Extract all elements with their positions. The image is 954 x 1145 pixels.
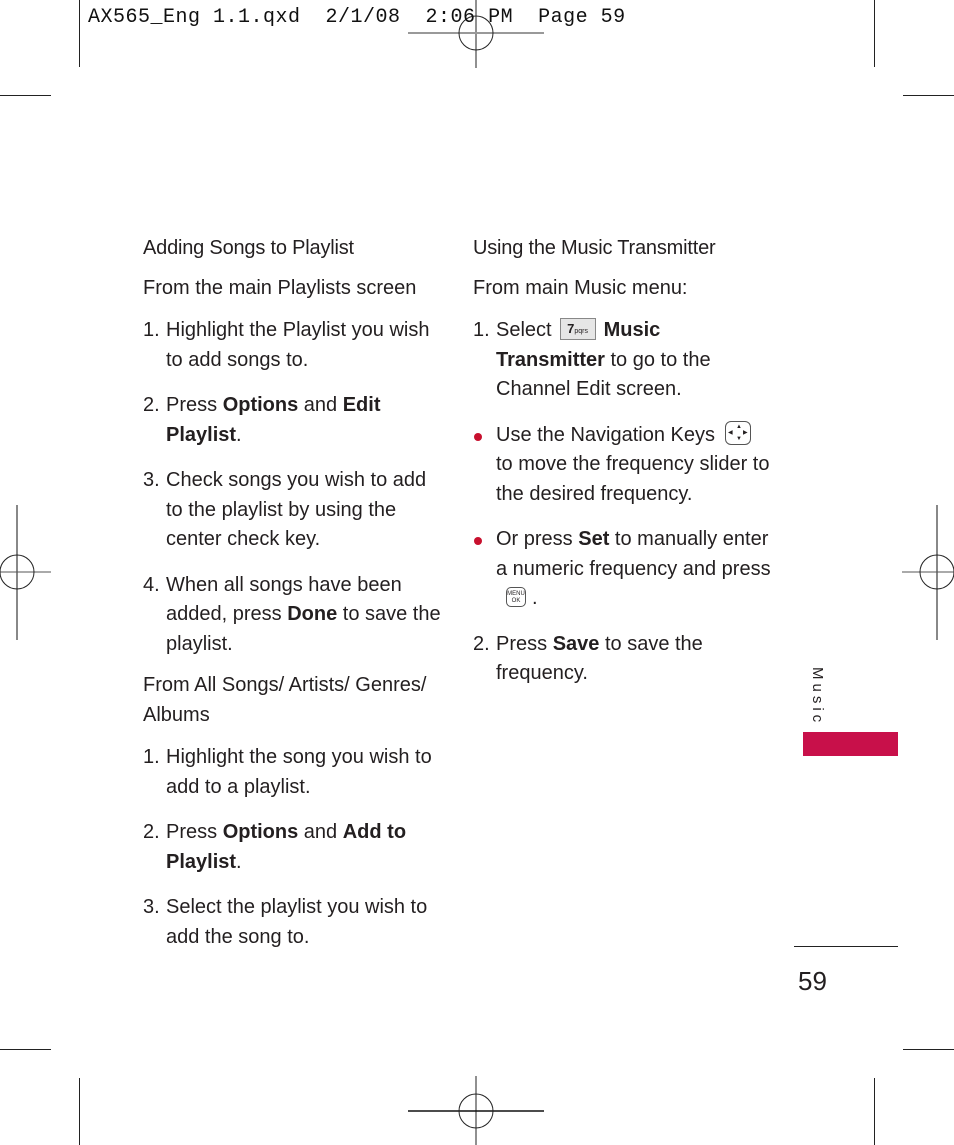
page-number-rule bbox=[794, 946, 898, 947]
step-text: . bbox=[236, 423, 242, 446]
chapter-tab-label: Music bbox=[809, 667, 826, 727]
step-item: 2. Press Save to save the frequency. bbox=[473, 630, 773, 689]
crop-mark bbox=[903, 95, 954, 96]
navigation-keys-icon: ▲ ▼ ◀ ▶ bbox=[725, 421, 752, 446]
step-item: 2. Press Options and Edit Playlist. bbox=[143, 391, 443, 450]
menu-ok-key-icon: MENU OK bbox=[506, 586, 526, 607]
step-bold-text: Save bbox=[552, 632, 600, 655]
step-item: 3. Check songs you wish to add to the pla… bbox=[143, 466, 443, 555]
subheading-all-songs: From All Songs/ Artists/ Genres/ Albums bbox=[143, 674, 427, 726]
bullet-text: Use the Navigation Keys bbox=[496, 423, 716, 446]
step-text: Highlight the song you wish to add to a … bbox=[166, 746, 432, 798]
page-number: 59 bbox=[798, 966, 827, 996]
key-letters: pqrs bbox=[574, 328, 589, 336]
registration-mark-left bbox=[0, 505, 51, 640]
crop-mark bbox=[79, 1078, 80, 1145]
step-number: 1. bbox=[143, 746, 160, 768]
step-bold-text: Options bbox=[222, 394, 299, 416]
step-number: 1. bbox=[143, 319, 160, 341]
step-number: 1. bbox=[473, 319, 490, 341]
bullet-text: Or press bbox=[496, 528, 579, 550]
bullet-text: to move the frequency slider to the desi… bbox=[496, 453, 770, 505]
key-bottom-label: OK bbox=[511, 597, 521, 604]
print-slug-line: AX565_Eng 1.1.qxd 2/1/08 2:06 PM Page 59 bbox=[88, 6, 626, 29]
step-text: Press bbox=[496, 632, 553, 655]
step-bold-text: Options bbox=[222, 821, 299, 843]
chapter-tab-bar bbox=[803, 732, 898, 756]
step-number: 3. bbox=[143, 469, 160, 491]
step-number: 2. bbox=[473, 632, 490, 655]
key-7-pqrs-icon: 7pqrs bbox=[559, 318, 596, 341]
bullet-icon bbox=[474, 432, 482, 441]
steps-list-all-songs: 1. Highlight the song you wish to add to … bbox=[143, 743, 443, 952]
step-number: 4. bbox=[143, 573, 160, 596]
bullet-text: . bbox=[532, 587, 538, 609]
step-number: 2. bbox=[143, 821, 160, 843]
section-heading-transmitter: Using the Music Transmitter bbox=[473, 237, 716, 259]
step-item: 3. Select the playlist you wish to add th… bbox=[143, 893, 443, 952]
bullet-icon bbox=[474, 537, 482, 545]
registration-mark-bottom bbox=[408, 1076, 544, 1145]
crop-mark bbox=[903, 1049, 954, 1050]
section-heading: Adding Songs to Playlist bbox=[143, 237, 354, 259]
crop-mark bbox=[874, 0, 875, 67]
registration-mark-right bbox=[902, 505, 954, 640]
step-text: . bbox=[236, 850, 242, 873]
step-text: Select the playlist you wish to add the … bbox=[166, 896, 428, 948]
subheading-playlists-screen: From the main Playlists screen bbox=[143, 276, 417, 299]
left-column: Adding Songs to Playlist From the main P… bbox=[143, 234, 443, 968]
bullet-item: Use the Navigation Keys ▲ ▼ ◀ ▶ to move the … bbox=[473, 421, 773, 510]
step-text: Select bbox=[496, 319, 552, 341]
crop-mark bbox=[0, 1049, 51, 1050]
step-number: 3. bbox=[143, 896, 160, 918]
step-text: Check songs you wish to add to the playl… bbox=[166, 469, 427, 550]
step-item: 4. When all songs have been added, press … bbox=[143, 571, 443, 660]
step-text: and bbox=[298, 821, 343, 843]
step-number: 2. bbox=[143, 394, 160, 416]
crop-mark bbox=[79, 0, 80, 67]
step-item: 2. Press Options and Add to Playlist. bbox=[143, 818, 443, 877]
crop-mark bbox=[0, 95, 51, 96]
step-text: and bbox=[298, 394, 343, 416]
bullet-item: Or press Set to manually enter a numeric… bbox=[473, 525, 773, 614]
step-text: Highlight the Playlist you wish to add s… bbox=[166, 319, 430, 371]
key-top-label: MENU bbox=[507, 590, 525, 597]
steps-list-playlists: 1. Highlight the Playlist you wish to add… bbox=[143, 316, 443, 659]
step-item: 1. Highlight the song you wish to add to … bbox=[143, 743, 443, 802]
subheading-music-menu: From main Music menu: bbox=[473, 276, 688, 299]
bullet-bold-text: Set bbox=[578, 528, 610, 550]
crop-mark bbox=[874, 1078, 875, 1145]
step-text: Press bbox=[166, 394, 223, 416]
step-bold-text: Done bbox=[287, 603, 338, 625]
step-item: 1. Highlight the Playlist you wish to add… bbox=[143, 316, 443, 375]
step-text: Press bbox=[166, 821, 223, 843]
step-item: 1. Select 7pqrs Music Transmitter to go to… bbox=[473, 316, 773, 405]
right-column: Using the Music Transmitter From main Mu… bbox=[473, 234, 773, 705]
